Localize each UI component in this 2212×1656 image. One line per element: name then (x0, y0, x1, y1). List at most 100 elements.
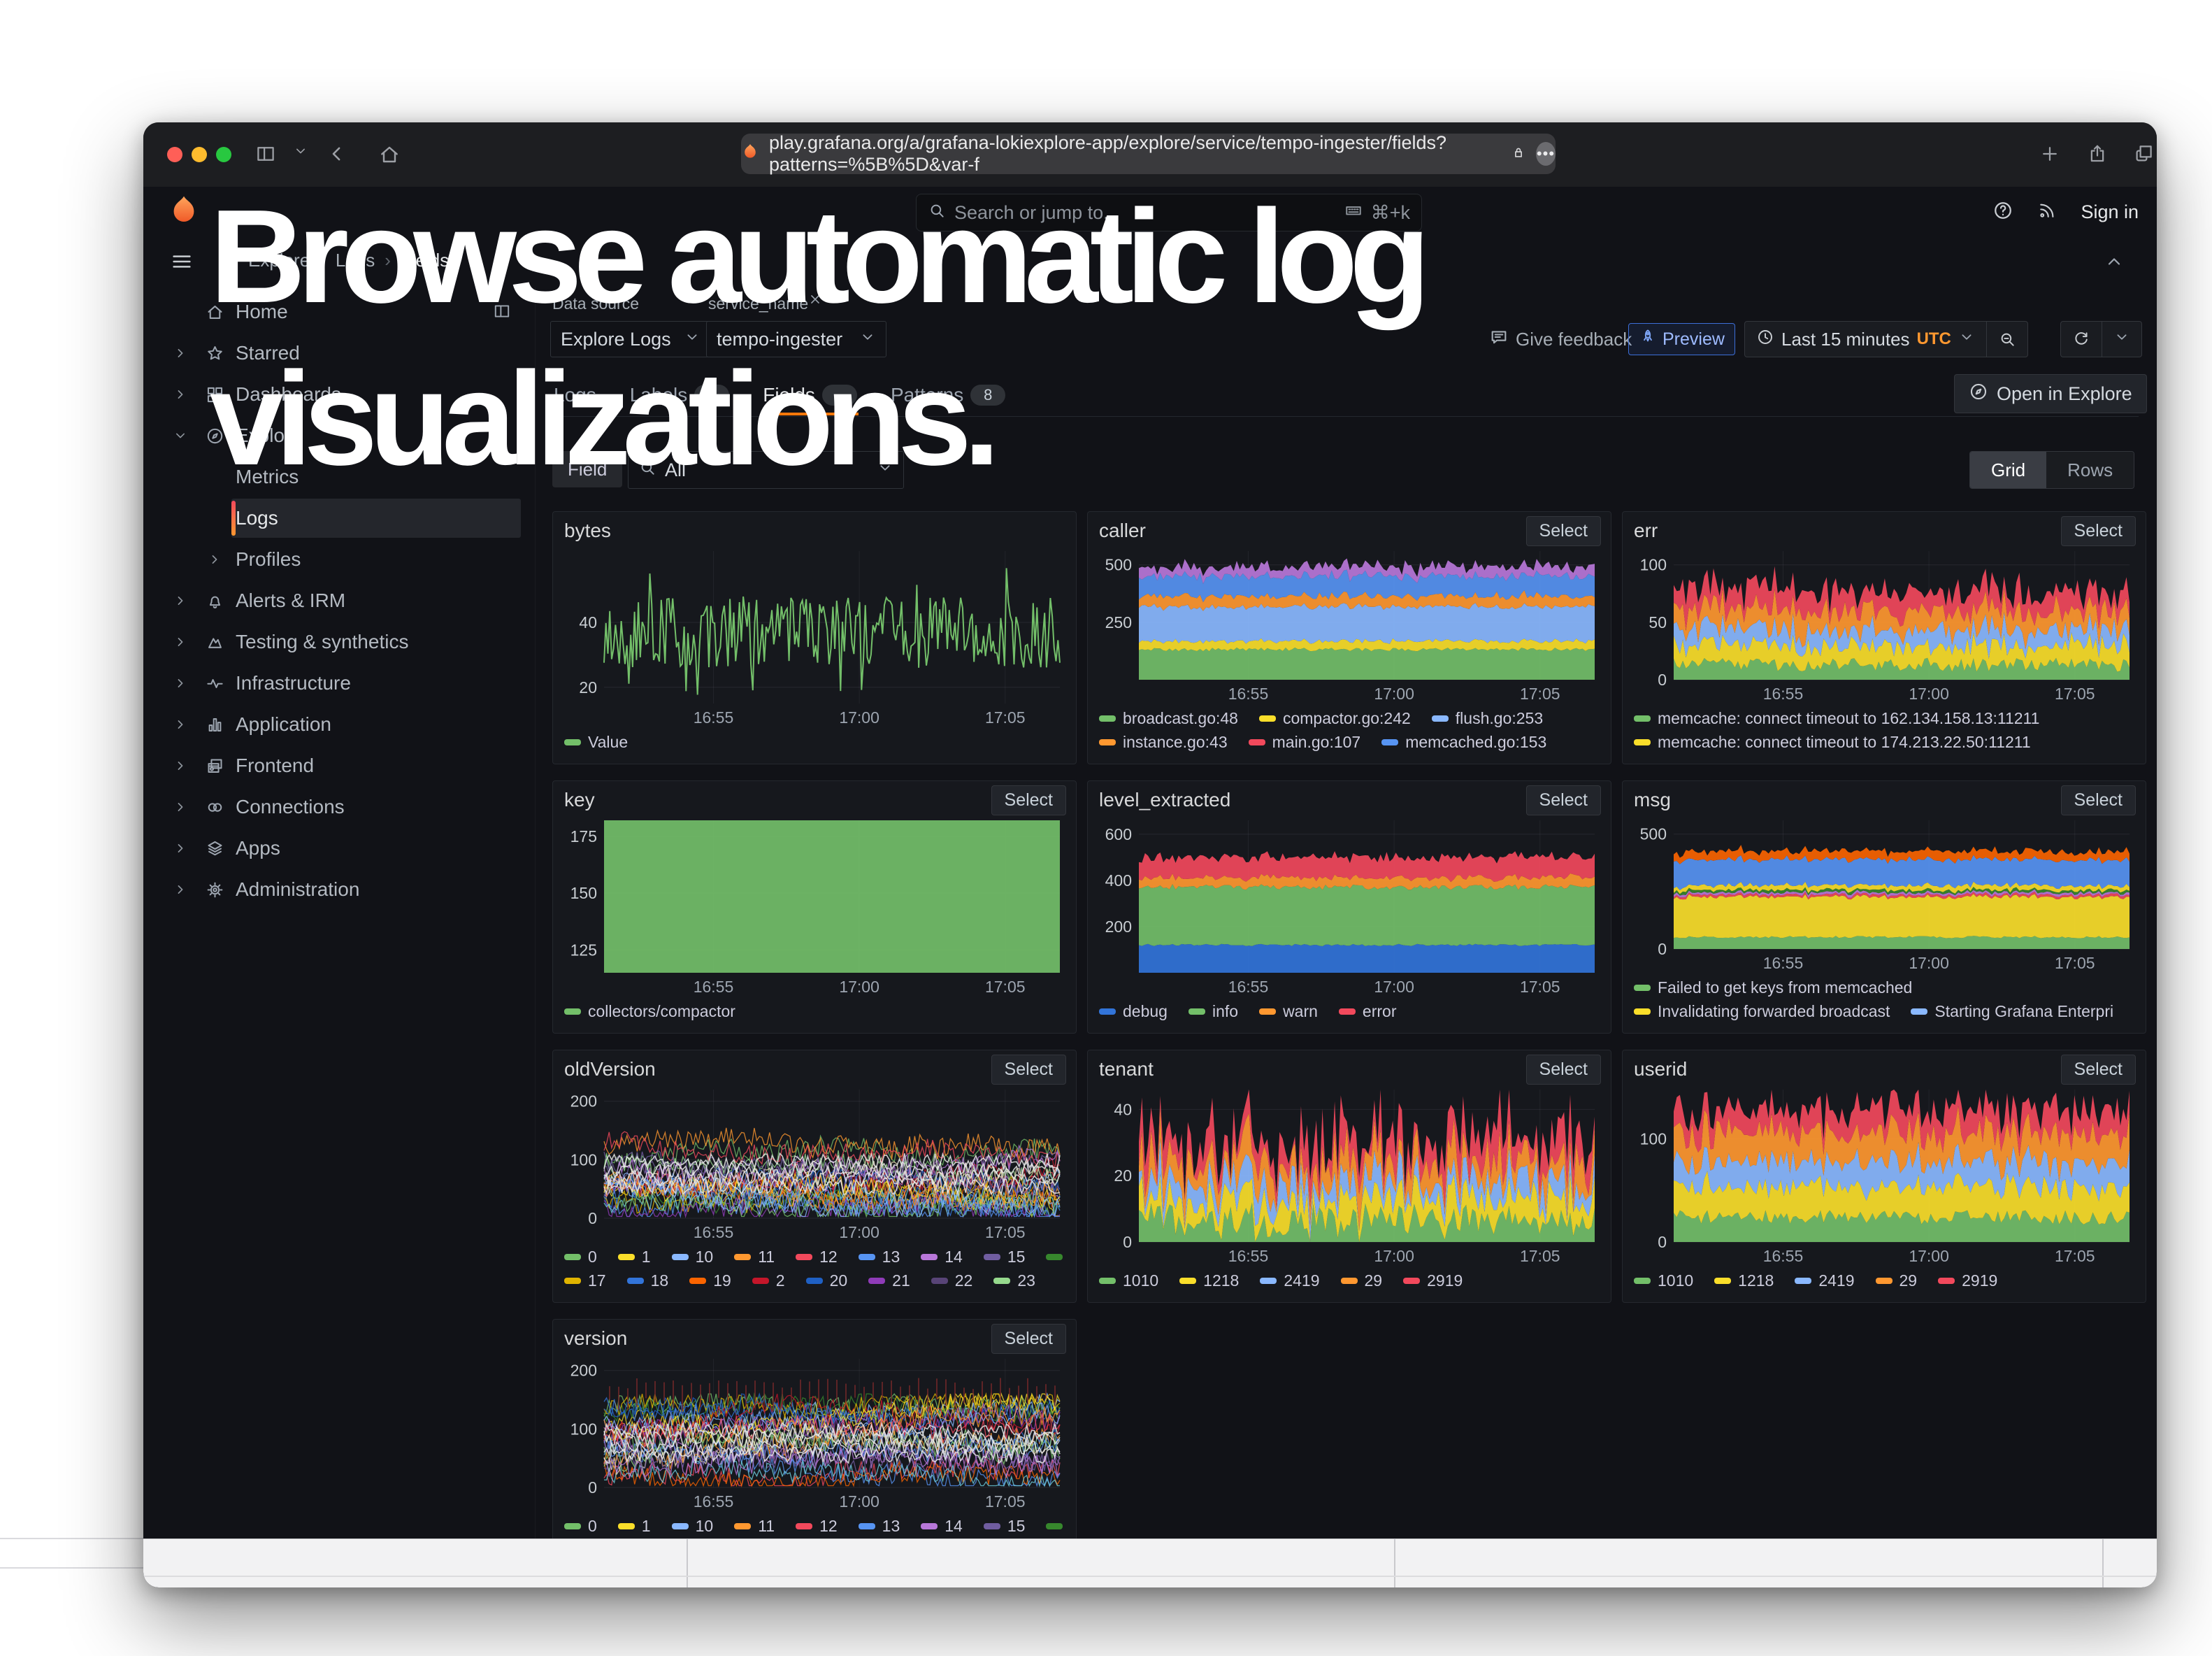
legend-item[interactable]: memcache: connect timeout to 162.134.158… (1634, 709, 2039, 728)
legend-item[interactable]: 22 (931, 1271, 973, 1290)
help-icon[interactable] (1992, 200, 2013, 224)
legend-item[interactable]: 1 (618, 1517, 651, 1536)
legend-item[interactable]: memcached.go:153 (1381, 733, 1546, 752)
legend-item[interactable]: 14 (921, 1248, 963, 1266)
more-options-icon[interactable]: ••• (1536, 142, 1556, 166)
legend-item[interactable]: 17 (564, 1271, 606, 1290)
sidebar-item-apps[interactable]: Apps (164, 829, 521, 868)
sidebar-toggle-icon[interactable] (255, 143, 278, 166)
legend-item[interactable]: 10 (672, 1517, 714, 1536)
open-in-explore-button[interactable]: Open in Explore (1954, 374, 2147, 413)
legend-item[interactable]: 2919 (1403, 1271, 1463, 1290)
chevron-right-icon[interactable] (164, 676, 196, 691)
legend-item[interactable]: 1218 (1179, 1271, 1239, 1290)
chevron-right-icon[interactable] (164, 758, 196, 773)
legend-item[interactable]: 1010 (1634, 1271, 1693, 1290)
chevron-right-icon[interactable] (164, 799, 196, 815)
close-window-button[interactable] (167, 147, 182, 162)
legend-item[interactable]: 1010 (1099, 1271, 1158, 1290)
panel-select-button[interactable]: Select (991, 1055, 1066, 1085)
time-range-picker[interactable]: Last 15 minutes UTC (1745, 322, 1986, 357)
legend-item[interactable]: Starting Grafana Enterpri (1911, 1002, 2113, 1021)
legend-item[interactable]: compactor.go:242 (1259, 709, 1411, 728)
sidebar-item-administration[interactable]: Administration (164, 870, 521, 909)
chevron-right-icon[interactable] (164, 387, 196, 402)
rows-view-button[interactable]: Rows (2046, 452, 2134, 488)
legend-item[interactable]: 19 (689, 1271, 731, 1290)
legend-item[interactable]: main.go:107 (1249, 733, 1361, 752)
legend-item[interactable]: 11 (734, 1517, 775, 1536)
legend-item[interactable]: warn (1259, 1002, 1318, 1021)
legend-item[interactable]: Invalidating forwarded broadcast (1634, 1002, 1890, 1021)
chevron-right-icon[interactable] (164, 882, 196, 897)
chevron-right-icon[interactable] (196, 552, 233, 567)
panel-select-button[interactable]: Select (1526, 785, 1601, 815)
panel-select-button[interactable]: Select (1526, 1055, 1601, 1085)
rss-icon[interactable] (2037, 201, 2057, 224)
legend-item[interactable]: 2419 (1260, 1271, 1319, 1290)
menu-icon[interactable] (170, 250, 194, 277)
legend-item[interactable]: 11 (734, 1248, 775, 1266)
legend-item[interactable]: Failed to get keys from memcached (1634, 978, 1912, 997)
legend-item[interactable]: broadcast.go:48 (1099, 709, 1238, 728)
sign-in-link[interactable]: Sign in (2081, 201, 2139, 223)
home-icon[interactable] (378, 143, 401, 166)
legend-item[interactable]: 2 (752, 1271, 785, 1290)
legend-item[interactable]: 29 (1876, 1271, 1918, 1290)
legend-item[interactable]: 13 (859, 1248, 900, 1266)
chevron-up-icon[interactable] (2104, 251, 2125, 276)
sidebar-item-connections[interactable]: Connections (164, 787, 521, 827)
legend-item[interactable]: 13 (859, 1517, 900, 1536)
chevron-right-icon[interactable] (164, 593, 196, 608)
legend-item[interactable]: memcache: connect timeout to 174.213.22.… (1634, 733, 2031, 752)
chevron-down-icon[interactable] (164, 428, 196, 443)
chevron-right-icon[interactable] (164, 841, 196, 856)
sidebar-item-infrastructure[interactable]: Infrastructure (164, 664, 521, 703)
legend-item[interactable]: 0 (564, 1248, 597, 1266)
back-icon[interactable] (326, 143, 349, 166)
grafana-logo[interactable] (167, 194, 201, 231)
chevron-right-icon[interactable] (164, 345, 196, 361)
sidebar-item-testing-synthetics[interactable]: Testing & synthetics (164, 622, 521, 662)
legend-item[interactable]: 16 (1046, 1517, 1065, 1536)
sidebar-item-profiles[interactable]: Profiles (164, 540, 521, 579)
sidebar-item-application[interactable]: Application (164, 705, 521, 744)
panel-select-button[interactable]: Select (2061, 1055, 2136, 1085)
chevron-right-icon[interactable] (164, 717, 196, 732)
legend-item[interactable]: 10 (672, 1248, 714, 1266)
legend-item[interactable]: collectors/compactor (564, 1002, 735, 1021)
panel-select-button[interactable]: Select (2061, 516, 2136, 546)
refresh-button[interactable] (2061, 322, 2102, 357)
tabs-overview-icon[interactable] (2133, 143, 2155, 166)
legend-item[interactable]: 2419 (1795, 1271, 1854, 1290)
refresh-interval-dropdown[interactable] (2102, 322, 2141, 357)
legend-item[interactable]: 12 (796, 1517, 838, 1536)
address-bar[interactable]: play.grafana.org/a/grafana-lokiexplore-a… (741, 134, 1556, 174)
legend-item[interactable]: instance.go:43 (1099, 733, 1228, 752)
legend-item[interactable]: 1218 (1714, 1271, 1774, 1290)
give-feedback-button[interactable]: Give feedback (1489, 327, 1632, 352)
legend-item[interactable]: 20 (806, 1271, 848, 1290)
legend-item[interactable]: 0 (564, 1517, 597, 1536)
preview-badge[interactable]: Preview (1628, 323, 1735, 355)
grid-view-button[interactable]: Grid (1970, 452, 2046, 488)
legend-item[interactable]: 16 (1046, 1248, 1065, 1266)
new-tab-icon[interactable] (2039, 143, 2062, 166)
legend-item[interactable]: debug (1099, 1002, 1168, 1021)
sidebar-item-logs[interactable]: Logs (164, 499, 521, 538)
zoom-out-button[interactable] (1987, 322, 2027, 357)
sidebar-item-frontend[interactable]: Frontend (164, 746, 521, 785)
panel-select-button[interactable]: Select (991, 1324, 1066, 1354)
zoom-window-button[interactable] (216, 147, 231, 162)
legend-item[interactable]: 2919 (1938, 1271, 1997, 1290)
legend-item[interactable]: 29 (1341, 1271, 1383, 1290)
chevron-down-icon[interactable] (293, 143, 308, 166)
minimize-window-button[interactable] (192, 147, 207, 162)
legend-item[interactable]: 14 (921, 1517, 963, 1536)
legend-item[interactable]: 23 (993, 1271, 1035, 1290)
legend-item[interactable]: flush.go:253 (1432, 709, 1543, 728)
legend-item[interactable]: 15 (984, 1517, 1026, 1536)
panel-select-button[interactable]: Select (991, 785, 1066, 815)
legend-item[interactable]: 1 (618, 1248, 651, 1266)
legend-item[interactable]: info (1188, 1002, 1238, 1021)
